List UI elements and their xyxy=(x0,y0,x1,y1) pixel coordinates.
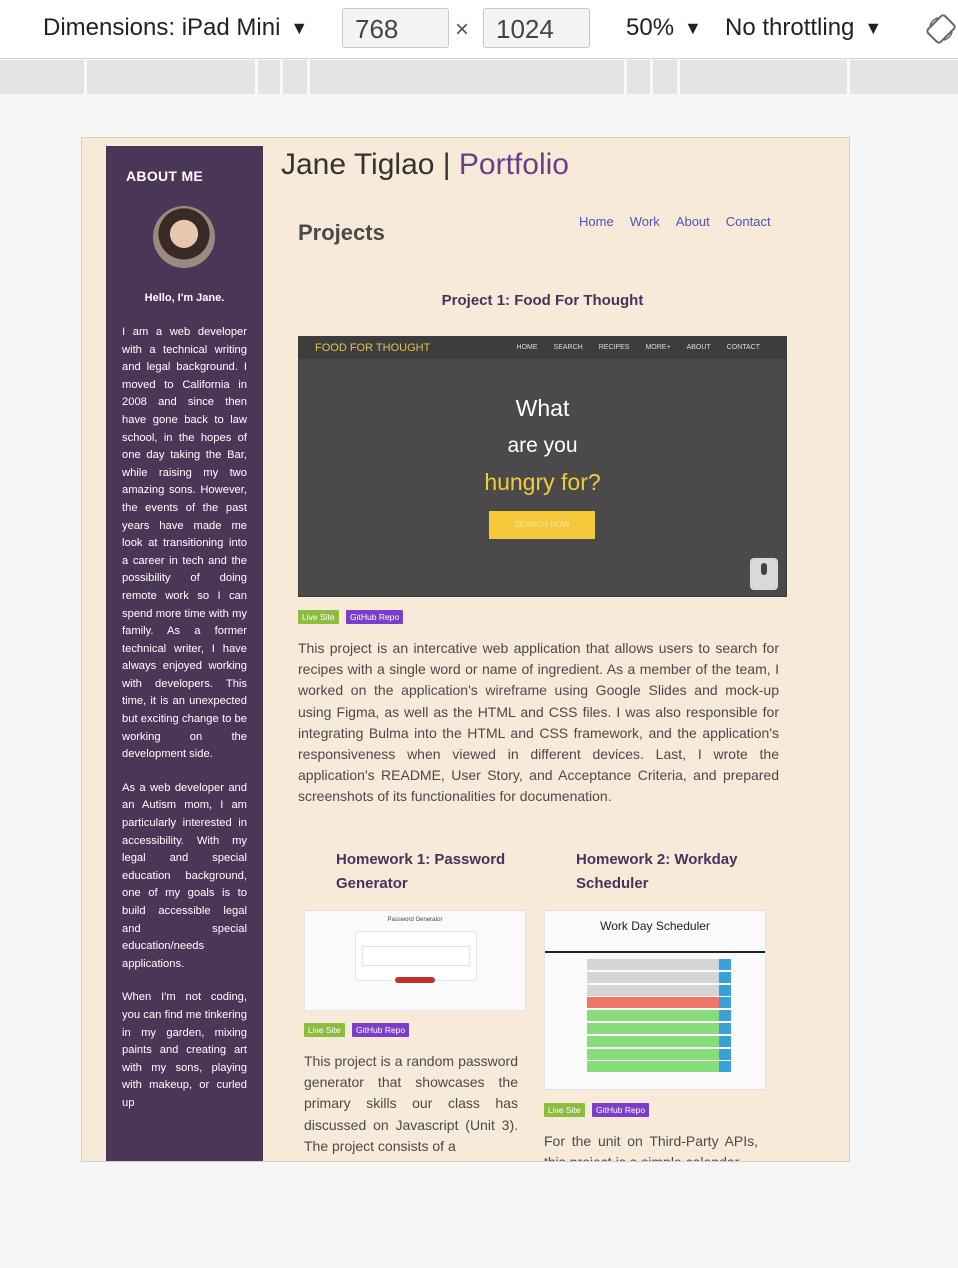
bio-paragraph: When I'm not coding, you can find me tin… xyxy=(122,991,247,1109)
screenshot-hero-line: What xyxy=(515,395,570,421)
times-icon: × xyxy=(455,16,470,43)
throttling-dropdown[interactable]: No throttling ▼ xyxy=(725,14,882,42)
scheduler-row-past xyxy=(587,972,719,983)
homework1-title: Homework 1: Password Generator xyxy=(336,851,506,892)
screenshot-nav-item: MORE+ xyxy=(645,344,671,351)
scheduler-row-future xyxy=(587,1061,719,1072)
screenshot-nav-item: CONTACT xyxy=(726,344,760,351)
scheduler-row-future xyxy=(587,1023,719,1034)
screenshot-card xyxy=(355,931,477,981)
scheduler-row-present xyxy=(587,997,719,1008)
main-nav: Home Work About Contact xyxy=(579,214,771,229)
chevron-down-icon: ▼ xyxy=(290,17,309,38)
zoom-label: 50% xyxy=(626,14,675,41)
project1-github-repo-link[interactable]: GitHub Repo xyxy=(346,610,404,624)
bio-paragraph: As a web developer and an Autism mom, I … xyxy=(122,781,247,970)
save-icon xyxy=(719,1061,731,1072)
nav-work-link[interactable]: Work xyxy=(630,214,660,229)
screenshot-nav-item: ABOUT xyxy=(686,344,711,351)
scheduler-row-future xyxy=(587,1010,719,1021)
nav-about-link[interactable]: About xyxy=(676,214,710,229)
homework2-github-repo-link[interactable]: GitHub Repo xyxy=(592,1103,650,1117)
chevron-down-icon: ▼ xyxy=(684,17,702,38)
save-icon xyxy=(719,985,731,996)
save-icon xyxy=(719,1023,731,1034)
project1-description: This project is an intercative web appli… xyxy=(298,640,779,805)
screenshot-hero-accent: hungry for? xyxy=(484,469,601,495)
screenshot-nav-item: SEARCH xyxy=(553,344,583,351)
homework1-description: This project is a random password genera… xyxy=(304,1053,518,1154)
scheduler-row-past xyxy=(587,959,719,970)
screenshot-hero-line: are you xyxy=(507,434,578,457)
zoom-dropdown[interactable]: 50% ▼ xyxy=(626,14,702,42)
save-icon xyxy=(719,1010,731,1021)
save-icon xyxy=(719,1036,731,1047)
page-title: Jane Tiglao | Portfolio xyxy=(281,148,569,182)
screenshot-nav-item: HOME xyxy=(516,344,538,351)
screenshot-brand: FOOD FOR THOUGHT xyxy=(315,342,431,354)
homework1-screenshot: Password Generator xyxy=(304,910,526,1011)
bio: I am a web developer with a technical wr… xyxy=(122,324,247,1129)
screenshot-navbar: FOOD FOR THOUGHT HOME SEARCH RECIPES MOR… xyxy=(299,337,786,359)
bio-paragraph: I am a web developer with a technical wr… xyxy=(122,326,247,761)
media-query-ruler xyxy=(0,60,958,94)
project1-title: Project 1: Food For Thought xyxy=(441,292,644,309)
scheduler-row-past xyxy=(587,985,719,996)
title-name: Jane Tiglao | xyxy=(281,148,459,181)
project1-screenshot: FOOD FOR THOUGHT HOME SEARCH RECIPES MOR… xyxy=(298,336,787,597)
save-icon xyxy=(719,997,731,1008)
height-input[interactable]: 1024 xyxy=(483,8,590,48)
nav-contact-link[interactable]: Contact xyxy=(726,214,771,229)
save-icon xyxy=(719,1049,731,1060)
screenshot-search-button: SEARCH NOW xyxy=(489,511,595,539)
device-dimensions-label: Dimensions: iPad Mini xyxy=(43,14,281,41)
homework1-github-repo-link[interactable]: GitHub Repo xyxy=(352,1023,410,1037)
projects-heading: Projects xyxy=(298,220,385,245)
project1-live-site-link[interactable]: Live Site xyxy=(298,610,339,624)
width-input[interactable]: 768 xyxy=(342,8,449,48)
screenshot-heading: Password Generator xyxy=(387,917,443,923)
avatar xyxy=(153,206,215,268)
nav-home-link[interactable]: Home xyxy=(579,214,614,229)
homework2-live-site-link[interactable]: Live Site xyxy=(544,1103,585,1117)
screenshot-divider xyxy=(545,951,765,953)
devtools-toolbar: Dimensions: iPad Mini ▼ 768 × 1024 50% ▼… xyxy=(0,0,958,59)
microphone-icon xyxy=(750,558,778,590)
throttling-label: No throttling xyxy=(725,14,855,41)
about-sidebar: ABOUT ME Hello, I'm Jane. I am a web dev… xyxy=(106,146,263,1161)
chevron-down-icon: ▼ xyxy=(864,17,883,38)
screenshot-heading: Work Day Scheduler xyxy=(600,919,710,933)
scheduler-row-future xyxy=(587,1036,719,1047)
rotate-icon[interactable] xyxy=(926,14,956,44)
screenshot-nav: HOME SEARCH RECIPES MORE+ ABOUT CONTACT xyxy=(517,344,760,351)
greeting: Hello, I'm Jane. xyxy=(144,292,225,304)
scheduler-row-future xyxy=(587,1049,719,1060)
homework2-screenshot: Work Day Scheduler xyxy=(544,910,766,1090)
device-viewport: ABOUT ME Hello, I'm Jane. I am a web dev… xyxy=(81,137,850,1162)
about-heading: ABOUT ME xyxy=(126,168,204,184)
save-icon xyxy=(719,959,731,970)
screenshot-nav-item: RECIPES xyxy=(598,344,630,351)
screenshot-generate-button xyxy=(395,977,435,983)
title-accent: Portfolio xyxy=(458,148,569,181)
homework1-live-site-link[interactable]: Live Site xyxy=(304,1023,345,1037)
save-icon xyxy=(719,972,731,983)
homework2-description: For the unit on Third-Party APIs, this p… xyxy=(544,1133,758,1161)
homework2-title: Homework 2: Workday Scheduler xyxy=(576,851,738,892)
device-dimensions-dropdown[interactable]: Dimensions: iPad Mini ▼ xyxy=(43,14,308,42)
